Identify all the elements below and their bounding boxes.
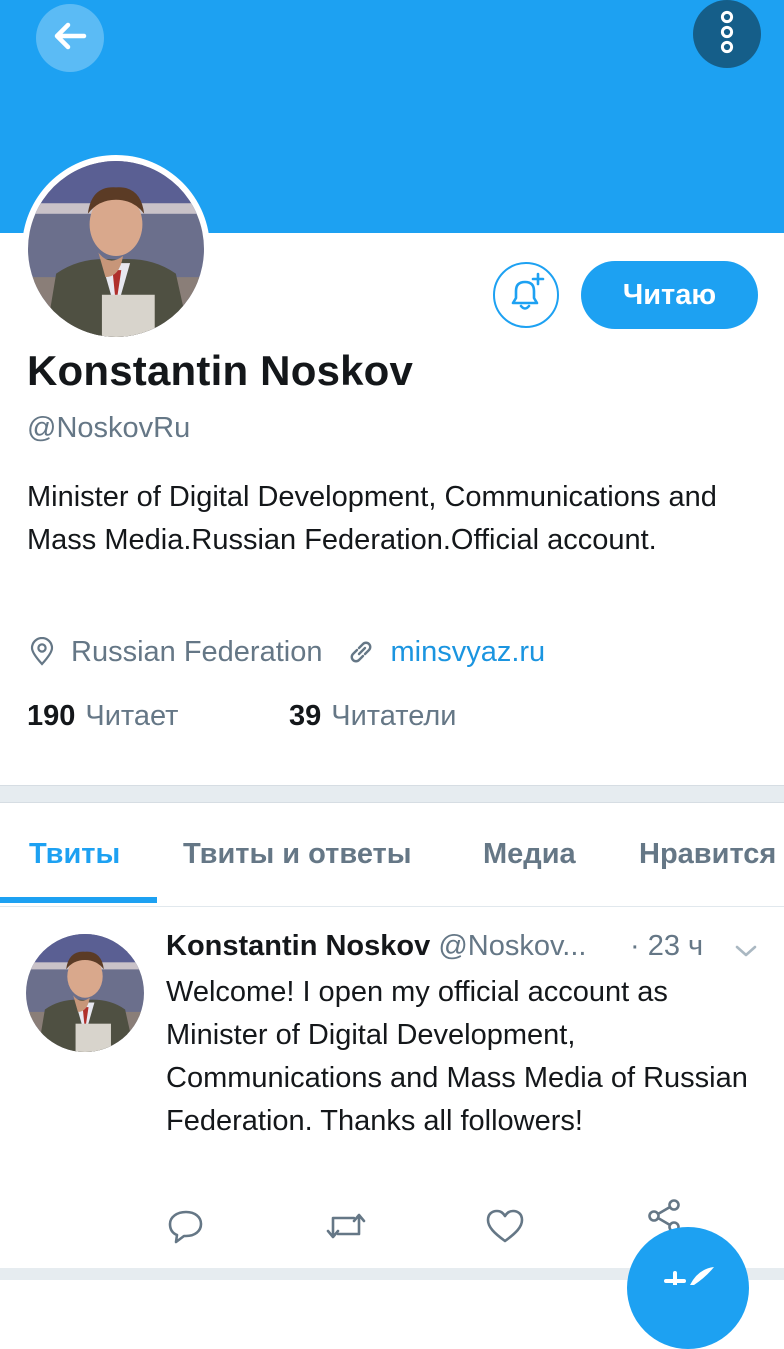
profile-meta: Russian Federation minsvyaz.ru bbox=[27, 630, 545, 674]
tab-likes[interactable]: Нравится bbox=[639, 802, 776, 906]
retweet-icon[interactable] bbox=[324, 1206, 368, 1251]
profile-name: Konstantin Noskov bbox=[27, 347, 414, 394]
bell-plus-icon bbox=[504, 271, 548, 320]
more-vertical-icon bbox=[717, 9, 737, 60]
like-icon[interactable] bbox=[484, 1206, 526, 1251]
tweet-author: Konstantin Noskov bbox=[166, 930, 431, 962]
tab-tweets-and-replies[interactable]: Твиты и ответы bbox=[183, 802, 412, 906]
notifications-button[interactable] bbox=[493, 262, 559, 328]
link-icon bbox=[346, 637, 376, 667]
followers-stat[interactable]: 39 Читатели bbox=[289, 700, 456, 733]
compose-tweet-button[interactable] bbox=[627, 1227, 749, 1349]
tweet[interactable]: Konstantin Noskov @Noskov... · 23 ч Welc… bbox=[0, 906, 784, 1268]
tweet-actions bbox=[166, 1199, 726, 1251]
tweet-time: · 23 ч bbox=[630, 930, 704, 962]
active-tab-indicator bbox=[0, 897, 157, 903]
followers-label: Читатели bbox=[331, 700, 457, 732]
following-label: Читает bbox=[85, 700, 179, 732]
tweet-handle: @Noskov... bbox=[438, 930, 587, 962]
chevron-down-icon[interactable] bbox=[733, 942, 759, 965]
profile-avatar[interactable] bbox=[22, 155, 210, 343]
tab-tweets[interactable]: Твиты bbox=[29, 802, 120, 906]
back-button[interactable] bbox=[36, 4, 104, 72]
tab-media[interactable]: Медиа bbox=[483, 802, 576, 906]
more-options-button[interactable] bbox=[693, 0, 761, 68]
section-divider bbox=[0, 785, 784, 803]
followers-count: 39 bbox=[289, 700, 322, 732]
avatar bbox=[28, 161, 204, 337]
profile-stats: 190 Читает 39 Читатели bbox=[27, 700, 456, 733]
tweet-avatar[interactable] bbox=[26, 934, 144, 1052]
profile-website-link[interactable]: minsvyaz.ru bbox=[390, 636, 545, 669]
reply-icon[interactable] bbox=[166, 1206, 206, 1251]
arrow-left-icon bbox=[50, 16, 90, 61]
compose-icon bbox=[660, 1265, 716, 1290]
location-pin-icon bbox=[27, 637, 57, 667]
tweet-header: Konstantin Noskov @Noskov... bbox=[166, 930, 586, 963]
profile-handle: @NoskovRu bbox=[27, 412, 191, 444]
profile-location: Russian Federation bbox=[71, 635, 323, 668]
following-count: 190 bbox=[27, 700, 76, 732]
profile-tabs: Твиты Твиты и ответы Медиа Нравится bbox=[0, 802, 784, 907]
tweet-text: Welcome! I open my official account as M… bbox=[166, 976, 748, 1137]
following-button[interactable]: Читаю bbox=[581, 261, 758, 329]
profile-bio: Minister of Digital Development, Communi… bbox=[27, 481, 717, 556]
following-stat[interactable]: 190 Читает bbox=[27, 700, 289, 733]
